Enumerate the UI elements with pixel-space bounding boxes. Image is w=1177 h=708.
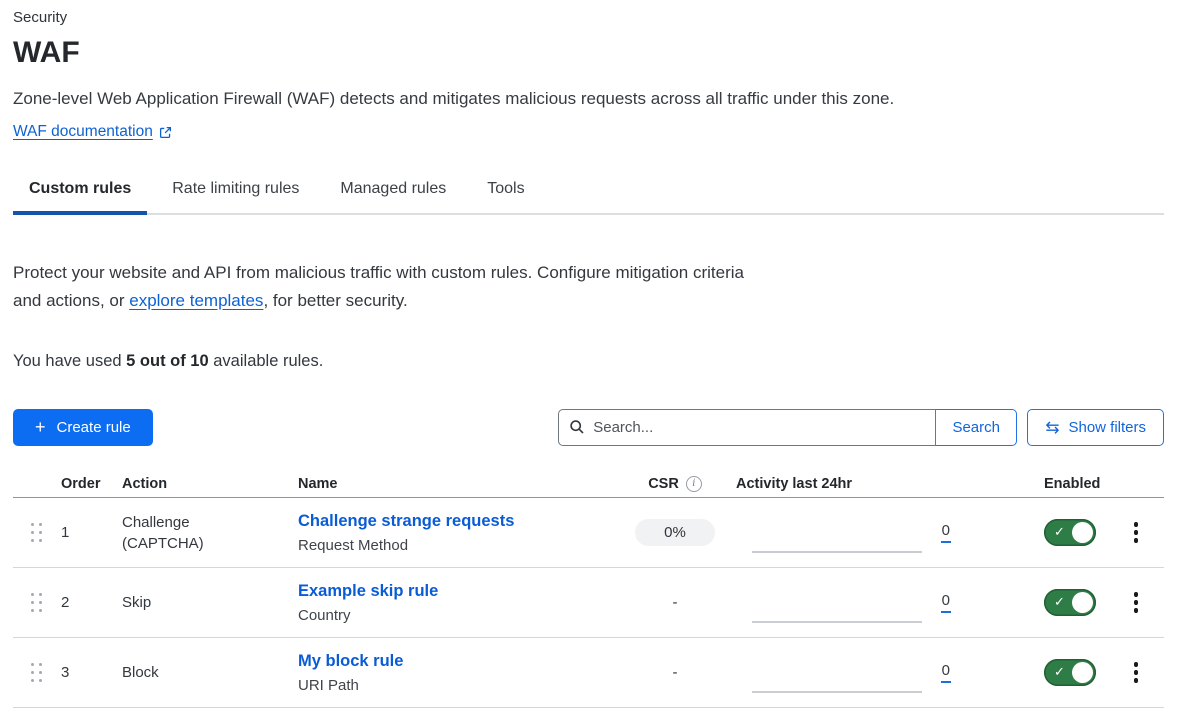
search-button[interactable]: Search xyxy=(935,409,1017,446)
column-header-activity: Activity last 24hr xyxy=(736,476,951,492)
rules-toolbar: + Create rule Search ⇆ Show filters xyxy=(13,409,1164,446)
rule-row: 3 Block My block rule URI Path - 0 ✓ xyxy=(13,638,1164,708)
show-filters-button[interactable]: ⇆ Show filters xyxy=(1027,409,1164,446)
rule-expression: Country xyxy=(298,607,614,624)
page-description: Zone-level Web Application Firewall (WAF… xyxy=(13,88,1164,110)
enabled-toggle[interactable]: ✓ xyxy=(1044,519,1096,546)
intro-text: Protect your website and API from malici… xyxy=(13,259,758,315)
toggle-knob xyxy=(1072,592,1093,613)
intro-text-after: , for better security. xyxy=(263,291,407,310)
usage-suffix: available rules. xyxy=(209,352,324,370)
activity-count-link[interactable]: 0 xyxy=(941,522,951,543)
rule-row: 1 Challenge (CAPTCHA) Challenge strange … xyxy=(13,498,1164,568)
row-menu-button[interactable] xyxy=(1126,518,1146,547)
page-title: WAF xyxy=(13,35,1164,71)
rule-name-link[interactable]: My block rule xyxy=(298,652,403,670)
show-filters-button-label: Show filters xyxy=(1068,419,1146,436)
column-header-action: Action xyxy=(122,476,298,492)
rule-row: 2 Skip Example skip rule Country - 0 ✓ xyxy=(13,568,1164,638)
rule-order: 1 xyxy=(61,524,122,541)
rules-table-body: 1 Challenge (CAPTCHA) Challenge strange … xyxy=(13,498,1164,708)
rule-action: Skip xyxy=(122,592,151,613)
row-menu-button[interactable] xyxy=(1126,658,1146,687)
plus-icon: + xyxy=(35,418,46,436)
explore-templates-link[interactable]: explore templates xyxy=(129,291,263,310)
activity-sparkline xyxy=(752,513,922,553)
activity-sparkline xyxy=(752,583,922,623)
column-header-csr: CSR xyxy=(648,476,679,492)
create-rule-button[interactable]: + Create rule xyxy=(13,409,153,446)
rule-order: 2 xyxy=(61,594,122,611)
activity-count-link[interactable]: 0 xyxy=(941,662,951,683)
breadcrumb: Security xyxy=(13,8,1164,28)
tab-tools[interactable]: Tools xyxy=(471,180,540,215)
search-input[interactable] xyxy=(558,409,936,446)
drag-handle-icon[interactable] xyxy=(31,593,42,612)
info-icon[interactable]: i xyxy=(686,476,702,492)
waf-page: Security WAF Zone-level Web Application … xyxy=(0,0,1177,708)
tab-managed-rules[interactable]: Managed rules xyxy=(324,180,462,215)
rule-expression: Request Method xyxy=(298,537,614,554)
usage-count: 5 out of 10 xyxy=(126,352,209,370)
search-group: Search xyxy=(558,409,1017,446)
rule-action: Challenge (CAPTCHA) xyxy=(122,512,234,554)
rule-name-link[interactable]: Example skip rule xyxy=(298,582,438,600)
search-icon xyxy=(569,419,585,440)
enabled-toggle[interactable]: ✓ xyxy=(1044,659,1096,686)
activity-count-link[interactable]: 0 xyxy=(941,592,951,613)
activity-sparkline xyxy=(752,653,922,693)
drag-handle-icon[interactable] xyxy=(31,523,42,542)
toggle-knob xyxy=(1072,662,1093,683)
create-rule-button-label: Create rule xyxy=(57,419,131,436)
tab-bar: Custom rules Rate limiting rules Managed… xyxy=(13,180,1164,215)
rule-action: Block xyxy=(122,662,159,683)
waf-documentation-link-label: WAF documentation xyxy=(13,123,153,141)
swap-arrows-icon: ⇆ xyxy=(1045,419,1059,436)
drag-handle-icon[interactable] xyxy=(31,663,42,682)
rule-name-link[interactable]: Challenge strange requests xyxy=(298,512,514,530)
column-header-order: Order xyxy=(61,476,122,492)
check-icon: ✓ xyxy=(1054,524,1065,540)
usage-prefix: You have used xyxy=(13,352,126,370)
waf-documentation-link[interactable]: WAF documentation xyxy=(13,123,172,141)
csr-value: - xyxy=(635,589,715,616)
check-icon: ✓ xyxy=(1054,594,1065,610)
toggle-knob xyxy=(1072,522,1093,543)
tab-rate-limiting-rules[interactable]: Rate limiting rules xyxy=(156,180,315,215)
external-link-icon xyxy=(159,126,172,139)
tab-custom-rules[interactable]: Custom rules xyxy=(13,180,147,215)
rule-order: 3 xyxy=(61,664,122,681)
row-menu-button[interactable] xyxy=(1126,588,1146,617)
column-header-name: Name xyxy=(298,476,614,492)
csr-value: - xyxy=(635,659,715,686)
enabled-toggle[interactable]: ✓ xyxy=(1044,589,1096,616)
rules-usage-text: You have used 5 out of 10 available rule… xyxy=(13,352,1164,371)
check-icon: ✓ xyxy=(1054,664,1065,680)
rule-expression: URI Path xyxy=(298,677,614,694)
custom-rules-table: Order Action Name CSR i Activity last 24… xyxy=(13,470,1164,708)
table-header-row: Order Action Name CSR i Activity last 24… xyxy=(13,470,1164,498)
csr-value: 0% xyxy=(635,519,715,546)
column-header-enabled: Enabled xyxy=(1044,476,1120,492)
